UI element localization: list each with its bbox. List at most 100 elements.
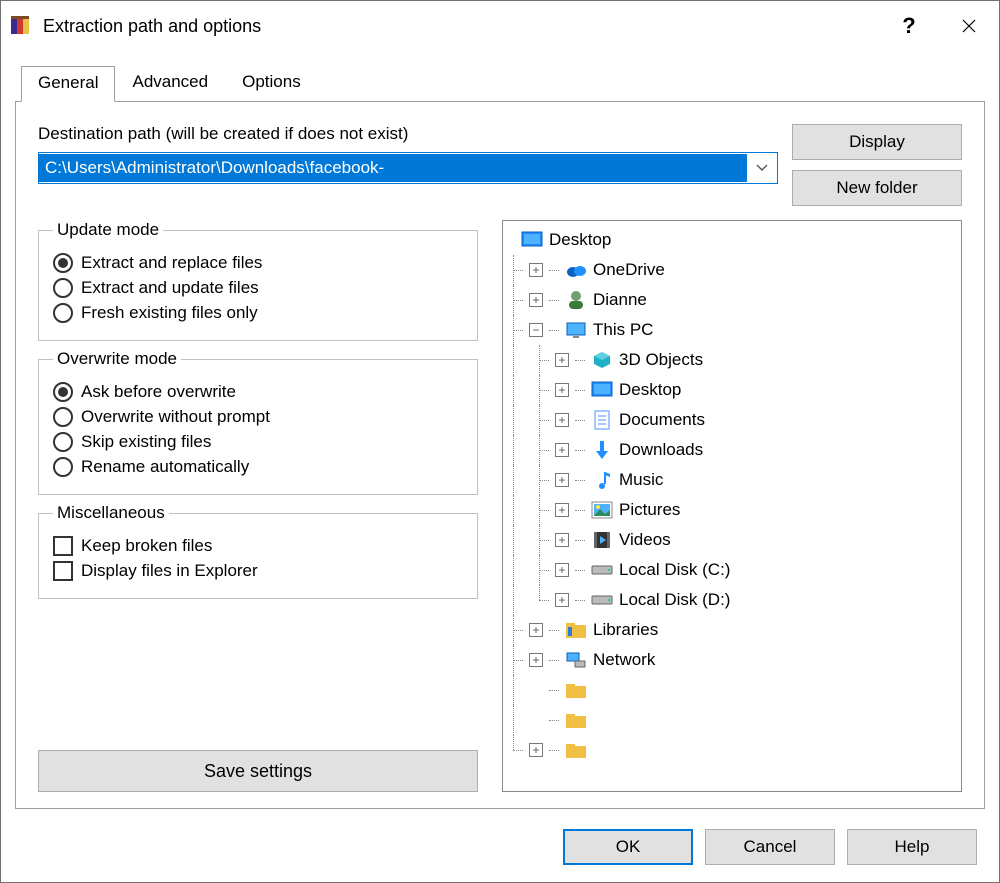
music-icon <box>591 469 613 491</box>
tree-label: Videos <box>619 530 671 550</box>
radio-fresh-existing[interactable]: Fresh existing files only <box>53 303 463 323</box>
cancel-button[interactable]: Cancel <box>705 829 835 865</box>
expand-icon[interactable]: + <box>529 293 543 307</box>
expand-icon[interactable]: + <box>555 503 569 517</box>
radio-label: Fresh existing files only <box>81 303 258 323</box>
expand-icon[interactable]: + <box>555 473 569 487</box>
radio-label: Rename automatically <box>81 457 249 477</box>
desktop-icon <box>591 379 613 401</box>
destination-path-input[interactable] <box>39 154 747 182</box>
tab-strip: General Advanced Options <box>1 65 999 101</box>
drive-icon <box>591 589 613 611</box>
radio-extract-update[interactable]: Extract and update files <box>53 278 463 298</box>
tree-label: Local Disk (D:) <box>619 590 730 610</box>
tree-node-desktop-sub[interactable]: + Desktop <box>503 375 961 405</box>
folder-tree[interactable]: Desktop + OneDrive + <box>502 220 962 792</box>
tree-node-user[interactable]: + Dianne <box>503 285 961 315</box>
expand-icon[interactable]: + <box>529 653 543 667</box>
tree-node-diskc[interactable]: + Local Disk (C:) <box>503 555 961 585</box>
dialog-footer: OK Cancel Help <box>1 809 999 865</box>
tree-label: OneDrive <box>593 260 665 280</box>
help-footer-button[interactable]: Help <box>847 829 977 865</box>
radio-extract-replace[interactable]: Extract and replace files <box>53 253 463 273</box>
computer-icon <box>565 319 587 341</box>
tree-node-desktop[interactable]: Desktop <box>503 225 961 255</box>
tree-node-folder-2[interactable] <box>503 705 961 735</box>
network-icon <box>565 649 587 671</box>
tab-options[interactable]: Options <box>225 65 318 101</box>
check-keep-broken[interactable]: Keep broken files <box>53 536 463 556</box>
expand-icon[interactable]: + <box>555 533 569 547</box>
update-mode-legend: Update mode <box>53 220 163 240</box>
radio-label: Extract and replace files <box>81 253 262 273</box>
tree-node-diskd[interactable]: + Local Disk (D:) <box>503 585 961 615</box>
desktop-icon <box>521 229 543 251</box>
expand-icon[interactable]: + <box>529 743 543 757</box>
close-button[interactable] <box>939 1 999 51</box>
new-folder-button[interactable]: New folder <box>792 170 962 206</box>
tree-node-onedrive[interactable]: + OneDrive <box>503 255 961 285</box>
tree-node-pictures[interactable]: + Pictures <box>503 495 961 525</box>
expand-icon[interactable]: + <box>529 263 543 277</box>
tree-node-downloads[interactable]: + Downloads <box>503 435 961 465</box>
display-button[interactable]: Display <box>792 124 962 160</box>
cube-icon <box>591 349 613 371</box>
tree-label: Local Disk (C:) <box>619 560 730 580</box>
radio-label: Overwrite without prompt <box>81 407 270 427</box>
update-mode-group: Update mode Extract and replace files Ex… <box>38 220 478 341</box>
tree-node-network[interactable]: + Network <box>503 645 961 675</box>
tree-label: 3D Objects <box>619 350 703 370</box>
expand-icon[interactable]: + <box>555 443 569 457</box>
radio-ask-before[interactable]: Ask before overwrite <box>53 382 463 402</box>
tab-advanced[interactable]: Advanced <box>115 65 225 101</box>
overwrite-mode-group: Overwrite mode Ask before overwrite Over… <box>38 349 478 495</box>
help-button[interactable]: ? <box>879 1 939 51</box>
destination-path-combo[interactable] <box>38 152 778 184</box>
expand-icon[interactable]: + <box>555 593 569 607</box>
documents-icon <box>591 409 613 431</box>
tree-node-music[interactable]: + Music <box>503 465 961 495</box>
check-display-explorer[interactable]: Display files in Explorer <box>53 561 463 581</box>
collapse-icon[interactable]: − <box>529 323 543 337</box>
expand-icon[interactable]: + <box>555 383 569 397</box>
destination-path-label: Destination path (will be created if doe… <box>38 124 778 144</box>
radio-label: Ask before overwrite <box>81 382 236 402</box>
tab-panel-general: Destination path (will be created if doe… <box>15 101 985 809</box>
tree-label: This PC <box>593 320 653 340</box>
tree-node-folder-3[interactable]: + <box>503 735 961 765</box>
tree-node-folder-1[interactable] <box>503 675 961 705</box>
tree-node-3dobjects[interactable]: + 3D Objects <box>503 345 961 375</box>
misc-legend: Miscellaneous <box>53 503 169 523</box>
expand-icon[interactable]: + <box>555 413 569 427</box>
check-label: Display files in Explorer <box>81 561 258 581</box>
tree-node-documents[interactable]: + Documents <box>503 405 961 435</box>
folder-icon <box>565 739 587 761</box>
ok-button[interactable]: OK <box>563 829 693 865</box>
tree-label: Dianne <box>593 290 647 310</box>
misc-group: Miscellaneous Keep broken files Display … <box>38 503 478 599</box>
tree-label: Documents <box>619 410 705 430</box>
tree-label: Desktop <box>619 380 681 400</box>
expand-icon[interactable]: + <box>555 563 569 577</box>
tree-node-libraries[interactable]: + Libraries <box>503 615 961 645</box>
libraries-icon <box>565 619 587 641</box>
pictures-icon <box>591 499 613 521</box>
expand-icon[interactable]: + <box>529 623 543 637</box>
videos-icon <box>591 529 613 551</box>
radio-rename-auto[interactable]: Rename automatically <box>53 457 463 477</box>
tree-node-videos[interactable]: + Videos <box>503 525 961 555</box>
expand-icon[interactable]: + <box>555 353 569 367</box>
tree-node-thispc[interactable]: − This PC <box>503 315 961 345</box>
chevron-down-icon[interactable] <box>747 164 777 172</box>
tree-label: Libraries <box>593 620 658 640</box>
tree-label: Desktop <box>549 230 611 250</box>
radio-skip-existing[interactable]: Skip existing files <box>53 432 463 452</box>
tab-general[interactable]: General <box>21 66 115 102</box>
tree-label: Pictures <box>619 500 680 520</box>
radio-label: Extract and update files <box>81 278 259 298</box>
window-title: Extraction path and options <box>43 16 879 37</box>
user-icon <box>565 289 587 311</box>
tree-label: Downloads <box>619 440 703 460</box>
save-settings-button[interactable]: Save settings <box>38 750 478 792</box>
radio-overwrite-noprompt[interactable]: Overwrite without prompt <box>53 407 463 427</box>
